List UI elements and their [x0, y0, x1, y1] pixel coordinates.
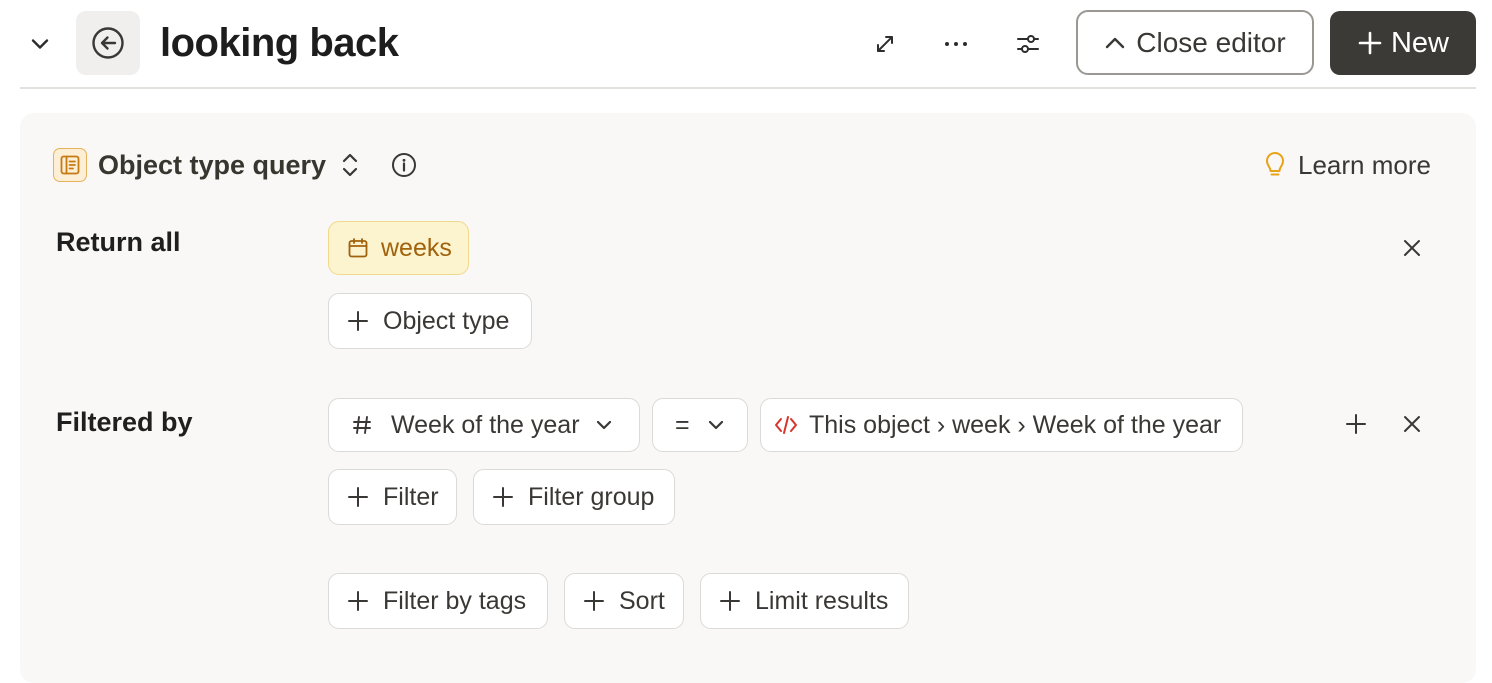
query-type-selector[interactable] [338, 150, 362, 180]
expand-button[interactable] [863, 22, 907, 66]
settings-button[interactable] [1006, 22, 1050, 66]
remove-object-types-button[interactable] [1397, 233, 1427, 263]
page-title: looking back [160, 21, 399, 65]
add-filter-button[interactable]: Filter [328, 469, 457, 525]
header-divider [20, 87, 1476, 89]
plus-icon [1346, 414, 1366, 434]
close-editor-label: Close editor [1136, 26, 1286, 58]
filter-operator-select[interactable]: = [652, 398, 748, 452]
limit-results-button[interactable]: Limit results [700, 573, 909, 629]
plus-icon [1358, 31, 1382, 55]
calendar-icon [348, 238, 368, 258]
plus-icon [348, 487, 368, 507]
arrow-left-circle-icon [92, 27, 124, 59]
chevron-down-icon [31, 39, 49, 49]
plus-icon [348, 591, 368, 611]
object-type-chip-weeks[interactable]: weeks [328, 221, 469, 275]
object-type-label: weeks [381, 233, 452, 262]
chevron-down-icon [708, 420, 723, 430]
lightbulb-icon [1266, 152, 1284, 176]
close-editor-button[interactable]: Close editor [1076, 10, 1314, 75]
plus-icon [584, 591, 604, 611]
sliders-icon [1017, 35, 1039, 53]
add-filter-group-label: Filter group [528, 482, 655, 511]
sort-button[interactable]: Sort [564, 573, 684, 629]
filter-operator-label: = [675, 410, 690, 439]
hash-icon [353, 416, 371, 434]
filter-property-label: Week of the year [391, 410, 580, 439]
remove-filter-button[interactable] [1397, 409, 1427, 439]
sort-label: Sort [619, 586, 665, 615]
add-object-type-button[interactable]: Object type [328, 293, 532, 349]
chevron-down-icon [596, 420, 611, 430]
document-icon [53, 148, 87, 182]
back-button[interactable] [76, 11, 140, 75]
new-label: New [1390, 26, 1449, 59]
info-icon[interactable] [391, 152, 417, 178]
new-button[interactable]: New [1330, 11, 1476, 75]
add-condition-button[interactable] [1341, 409, 1371, 439]
plus-icon [720, 591, 740, 611]
close-icon [1404, 416, 1420, 432]
filtered-by-label: Filtered by [56, 407, 193, 437]
add-filter-group-button[interactable]: Filter group [473, 469, 675, 525]
add-object-type-label: Object type [383, 306, 510, 335]
plus-icon [348, 311, 368, 331]
filter-value-chip[interactable]: This object › week › Week of the year [760, 398, 1243, 452]
add-filter-label: Filter [383, 482, 439, 511]
return-all-label: Return all [56, 227, 181, 257]
chevron-up-icon [1106, 37, 1125, 48]
top-bar: looking back Close editor New [0, 0, 1492, 88]
code-icon [775, 416, 797, 434]
filter-by-tags-button[interactable]: Filter by tags [328, 573, 548, 629]
filter-by-tags-label: Filter by tags [383, 586, 527, 615]
plus-icon [493, 487, 513, 507]
limit-results-label: Limit results [755, 586, 889, 615]
learn-more-label: Learn more [1298, 150, 1431, 180]
learn-more-link[interactable]: Learn more [1262, 146, 1431, 184]
chevron-up-down-icon [342, 153, 358, 177]
more-button[interactable] [934, 22, 978, 66]
filter-value-label: This object › week › Week of the year [809, 410, 1222, 439]
query-type-label[interactable]: Object type query [98, 146, 326, 184]
filter-property-select[interactable]: Week of the year [328, 398, 640, 452]
more-horizontal-icon [945, 42, 967, 46]
expand-icon [877, 36, 893, 52]
close-icon [1404, 240, 1420, 256]
collapse-button[interactable] [20, 24, 60, 64]
